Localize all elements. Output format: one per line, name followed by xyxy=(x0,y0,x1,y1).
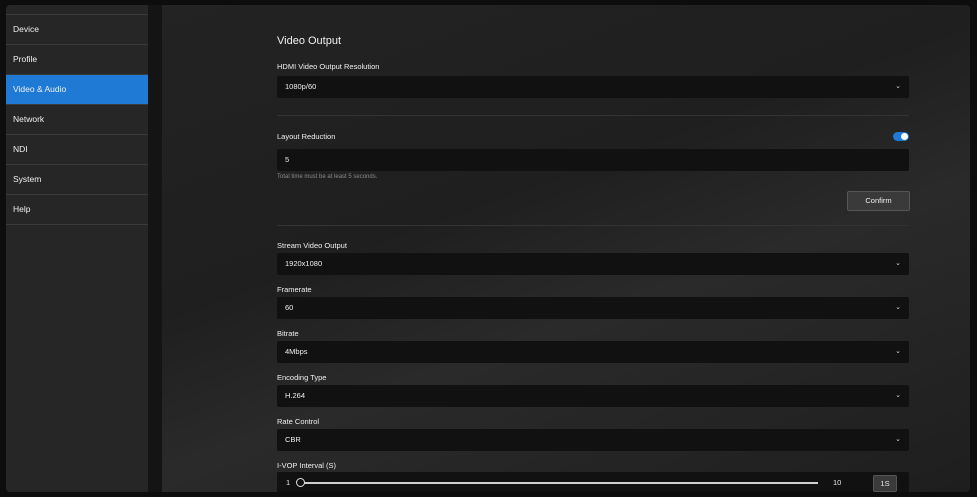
chevron-down-icon: ⌄ xyxy=(895,348,901,355)
chevron-down-icon: ⌄ xyxy=(895,436,901,443)
sidebar-item-system[interactable]: System xyxy=(6,165,148,195)
slider-min: 1 xyxy=(286,478,291,487)
sidebar-item-network[interactable]: Network xyxy=(6,105,148,135)
framerate-value: 60 xyxy=(285,303,294,312)
layout-reduction-input[interactable]: 5 xyxy=(277,149,909,171)
chevron-down-icon: ⌄ xyxy=(895,260,901,267)
rate-control-label: Rate Control xyxy=(277,417,320,426)
main-content: Video Output HDMI Video Output Resolutio… xyxy=(162,5,970,492)
sidebar-item-profile[interactable]: Profile xyxy=(6,45,148,75)
page-title: Video Output xyxy=(277,35,342,47)
encoding-type-value: H.264 xyxy=(285,391,306,400)
framerate-label: Framerate xyxy=(277,285,312,294)
bitrate-value: 4Mbps xyxy=(285,347,308,356)
hdmi-resolution-select[interactable]: 1080p/60 ⌄ xyxy=(277,76,909,98)
sidebar-item-help[interactable]: Help xyxy=(6,195,148,225)
layout-reduction-label: Layout Reduction xyxy=(277,132,336,141)
sidebar-gutter xyxy=(148,5,162,492)
framerate-select[interactable]: 60 ⌄ xyxy=(277,297,909,319)
hdmi-resolution-value: 1080p/60 xyxy=(285,82,317,91)
chevron-down-icon: ⌄ xyxy=(895,83,901,90)
ivop-unit-button[interactable]: 1S xyxy=(873,475,897,492)
slider-track[interactable] xyxy=(299,482,818,484)
rate-control-select[interactable]: CBR ⌄ xyxy=(277,429,909,451)
rate-control-value: CBR xyxy=(285,435,301,444)
app-frame: Device Profile Video & Audio Network NDI… xyxy=(6,5,970,492)
sidebar: Device Profile Video & Audio Network NDI… xyxy=(6,5,148,492)
ivop-interval-label: I-VOP Interval (S) xyxy=(277,461,337,470)
divider xyxy=(277,225,909,226)
chevron-down-icon: ⌄ xyxy=(895,304,901,311)
sidebar-item-video-audio[interactable]: Video & Audio xyxy=(6,75,148,105)
divider xyxy=(277,115,909,116)
layout-reduction-hint: Total time must be at least 5 seconds. xyxy=(277,174,378,180)
sidebar-item-device[interactable]: Device xyxy=(6,14,148,45)
ivop-interval-slider: 1 10 1S xyxy=(277,472,909,492)
hdmi-resolution-label: HDMI Video Output Resolution xyxy=(277,62,380,71)
stream-output-select[interactable]: 1920x1080 ⌄ xyxy=(277,253,909,275)
layout-reduction-value: 5 xyxy=(285,155,290,164)
chevron-down-icon: ⌄ xyxy=(895,392,901,399)
encoding-type-label: Encoding Type xyxy=(277,373,327,382)
bitrate-select[interactable]: 4Mbps ⌄ xyxy=(277,341,909,363)
confirm-button[interactable]: Confirm xyxy=(847,191,910,211)
sidebar-item-ndi[interactable]: NDI xyxy=(6,135,148,165)
encoding-type-select[interactable]: H.264 ⌄ xyxy=(277,385,909,407)
slider-max: 10 xyxy=(833,478,842,487)
bitrate-label: Bitrate xyxy=(277,329,299,338)
stream-output-label: Stream Video Output xyxy=(277,241,347,250)
stream-output-value: 1920x1080 xyxy=(285,259,323,268)
slider-thumb[interactable] xyxy=(296,478,305,487)
layout-reduction-toggle[interactable] xyxy=(893,132,909,141)
